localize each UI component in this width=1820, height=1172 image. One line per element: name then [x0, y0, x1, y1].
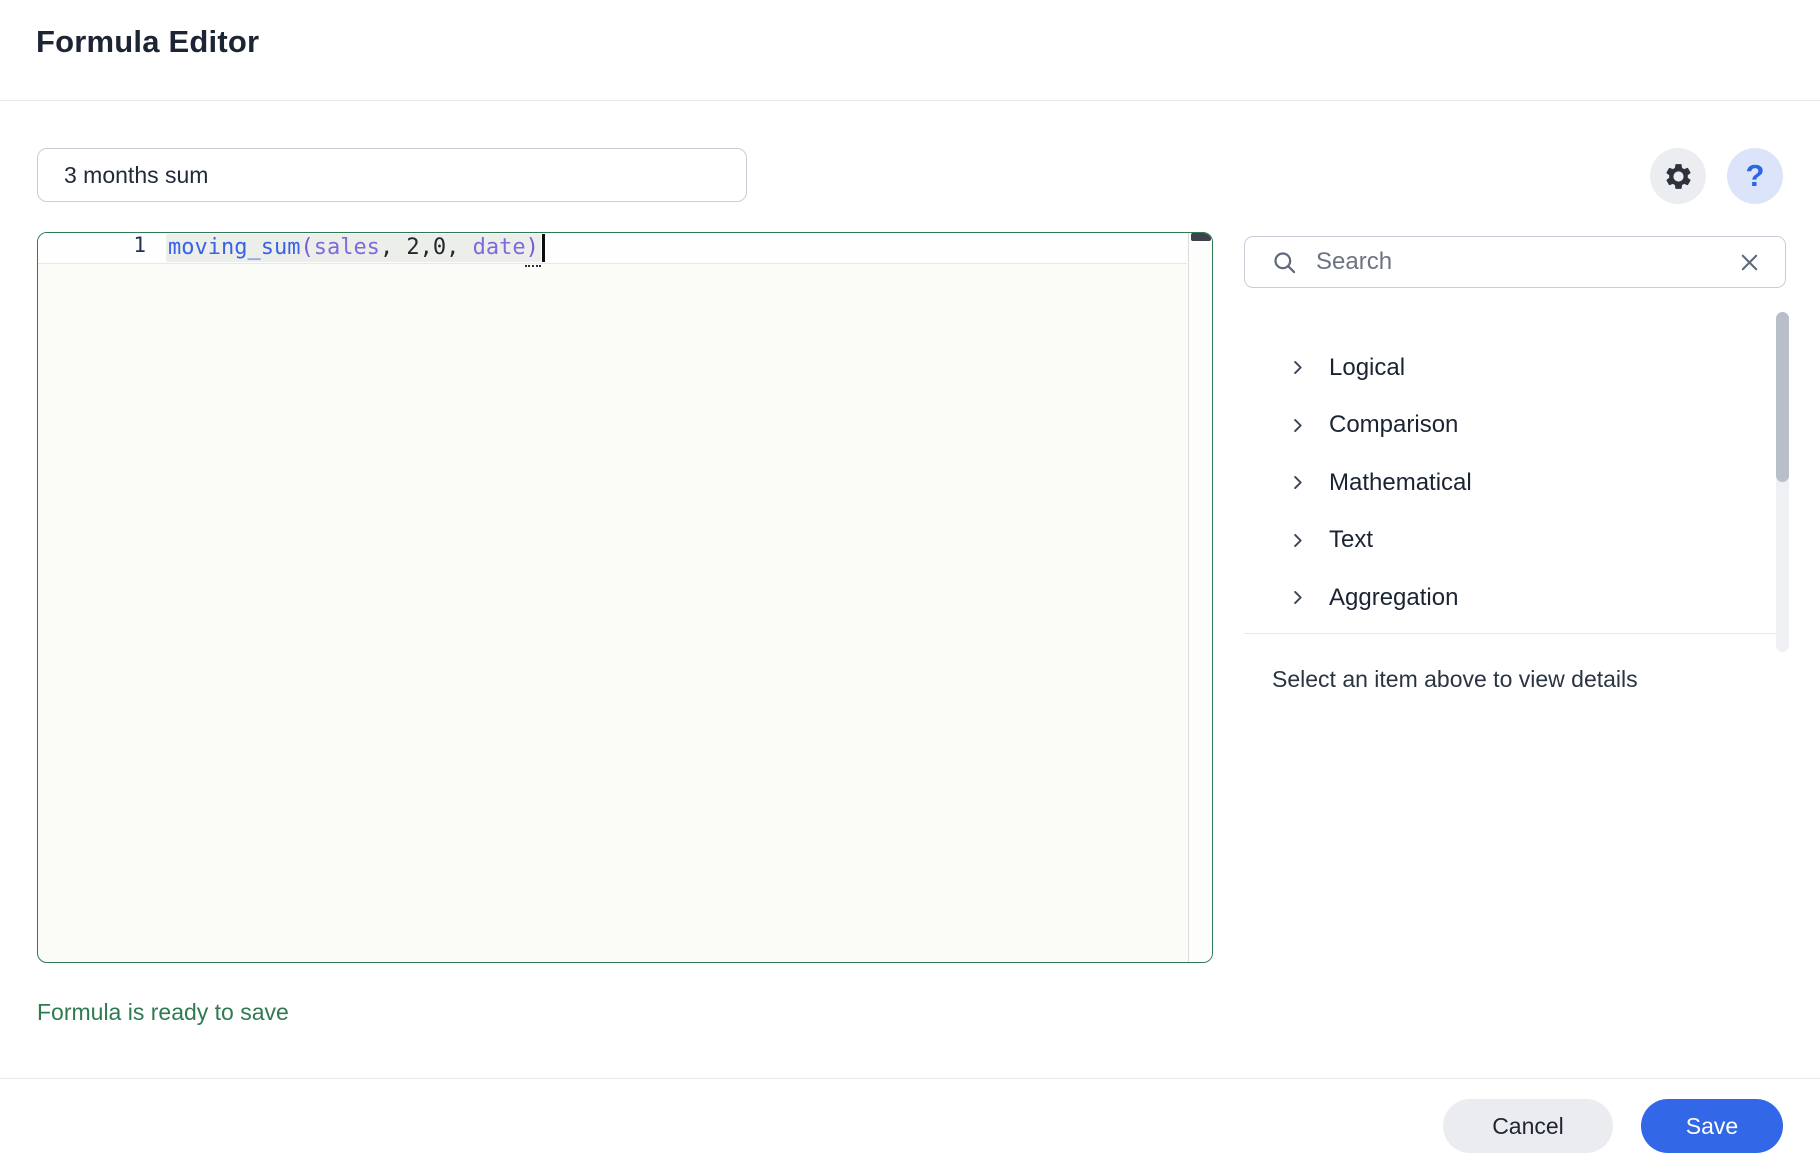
header-divider	[0, 100, 1820, 101]
text-cursor	[541, 234, 545, 262]
help-button[interactable]: ?	[1727, 148, 1783, 204]
token-plain: , 2,0,	[379, 235, 473, 260]
panel-scrollbar-track[interactable]	[1776, 312, 1789, 652]
panel-divider	[1244, 633, 1786, 634]
close-icon	[1741, 254, 1758, 270]
gear-icon	[1663, 161, 1694, 192]
token-operator: )	[525, 235, 539, 260]
token-column: sales	[313, 235, 380, 260]
panel-scrollbar-thumb[interactable]	[1776, 312, 1789, 482]
editor-scrollbar-thumb[interactable]	[1191, 233, 1211, 241]
chevron-right-icon[interactable]	[1288, 358, 1307, 377]
formula-code-editor[interactable]: 1 moving_sum(sales, 2,0, date)	[37, 232, 1213, 963]
details-hint: Select an item above to view details	[1272, 666, 1638, 692]
chevron-right-icon[interactable]	[1288, 473, 1307, 492]
category-label: Logical	[1329, 353, 1406, 381]
question-mark-icon: ?	[1745, 158, 1765, 193]
token-function: moving_sum	[168, 235, 301, 260]
chevron-right-icon[interactable]	[1288, 588, 1307, 607]
token-column: date	[472, 235, 526, 260]
formula-code-line: moving_sum(sales, 2,0, date)	[166, 234, 545, 262]
line-number: 1	[133, 233, 146, 257]
category-item-mathematical[interactable]: Mathematical	[1244, 454, 1774, 512]
category-item-text[interactable]: Text	[1244, 512, 1774, 570]
chevron-right-icon[interactable]	[1288, 531, 1307, 550]
category-item-comparison[interactable]: Comparison	[1244, 397, 1774, 455]
category-label: Mathematical	[1329, 468, 1472, 496]
function-search-box	[1244, 236, 1786, 288]
category-label: Aggregation	[1329, 583, 1459, 611]
clear-search-button[interactable]	[1738, 251, 1761, 274]
category-list: Logical Comparison Mathematical Text Agg	[1244, 300, 1774, 627]
category-item-logical[interactable]: Logical	[1244, 339, 1774, 397]
category-label: Comparison	[1329, 411, 1459, 439]
token-operator: (	[300, 235, 314, 260]
formula-text: moving_sum(sales, 2,0, date)	[166, 234, 541, 262]
save-button[interactable]: Save	[1641, 1099, 1783, 1153]
search-icon	[1274, 251, 1296, 273]
formula-name-input[interactable]	[37, 148, 747, 202]
search-input[interactable]	[1316, 248, 1738, 276]
parameter-hint-dots	[525, 264, 541, 267]
cancel-button[interactable]: Cancel	[1443, 1099, 1613, 1153]
formula-status-message: Formula is ready to save	[37, 999, 289, 1025]
chevron-right-icon[interactable]	[1288, 416, 1307, 435]
category-label: Text	[1329, 526, 1374, 554]
editor-scrollbar-track[interactable]	[1188, 233, 1212, 962]
formula-editor-dialog: Formula Editor ? 1 moving_sum(sales, 2,0…	[0, 0, 1820, 1172]
page-title: Formula Editor	[36, 24, 260, 59]
footer-divider	[0, 1078, 1820, 1079]
category-item-aggregation[interactable]: Aggregation	[1244, 569, 1774, 627]
settings-button[interactable]	[1650, 148, 1706, 204]
